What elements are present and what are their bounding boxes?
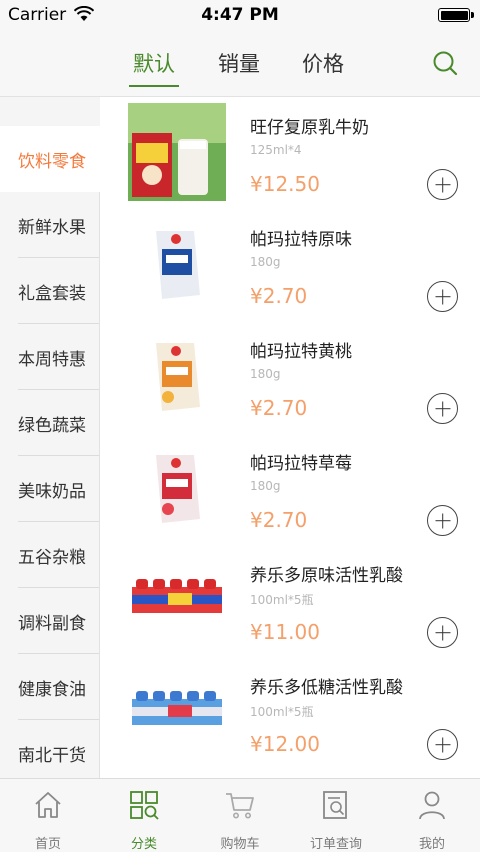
category-item-drinks-snacks[interactable]: 饮料零食	[0, 126, 100, 192]
cart-icon	[226, 793, 254, 819]
tab-label: 首页	[34, 837, 61, 852]
product-card[interactable]: 养乐多原味活性乳酸 100ml*5瓶 ¥11.00	[100, 545, 480, 657]
category-item-dairy[interactable]: 美味奶品	[0, 456, 100, 522]
category-label: 美味奶品	[18, 481, 86, 502]
product-spec: 180g	[250, 367, 281, 381]
product-list: 旺仔复原乳牛奶 125ml*4 ¥12.50 帕玛拉特原味 180g ¥2.70	[100, 97, 480, 778]
category-label: 调料副食	[18, 613, 86, 634]
category-icon	[130, 791, 159, 820]
product-name: 帕玛拉特原味	[250, 230, 352, 250]
category-item-condiments[interactable]: 调料副食	[0, 588, 100, 654]
category-label: 饮料零食	[18, 151, 86, 172]
product-spec: 100ml*5瓶	[250, 705, 314, 719]
product-card[interactable]: 帕玛拉特黄桃 180g ¥2.70	[100, 321, 480, 433]
product-price: ¥2.70	[250, 508, 308, 532]
add-to-cart-button[interactable]	[427, 281, 458, 312]
product-name: 旺仔复原乳牛奶	[250, 118, 369, 138]
tab-cart[interactable]: 购物车	[192, 779, 288, 852]
category-label: 礼盒套装	[18, 283, 86, 304]
home-icon	[35, 792, 61, 818]
sort-tab-sales[interactable]: 销量	[218, 48, 260, 78]
category-item-weekly-deals[interactable]: 本周特惠	[0, 324, 100, 390]
category-label: 五谷杂粮	[18, 547, 86, 568]
product-spec: 125ml*4	[250, 143, 302, 157]
tab-profile[interactable]: 我的	[384, 779, 480, 852]
product-image	[128, 663, 226, 761]
category-label: 绿色蔬菜	[18, 415, 86, 436]
sort-tab-price[interactable]: 价格	[302, 48, 344, 78]
category-label: 南北干货	[18, 745, 86, 766]
add-to-cart-button[interactable]	[427, 169, 458, 200]
tab-label: 购物车	[220, 837, 260, 852]
tab-label: 分类	[130, 837, 157, 852]
category-label: 本周特惠	[18, 349, 86, 370]
product-image	[128, 327, 226, 425]
tab-label: 订单查询	[309, 837, 362, 852]
tab-category[interactable]: 分类	[96, 779, 192, 852]
category-label: 健康食油	[18, 679, 86, 700]
product-image	[128, 551, 226, 649]
add-to-cart-button[interactable]	[427, 393, 458, 424]
category-item-gift-box[interactable]: 礼盒套装	[0, 258, 100, 324]
product-spec: 180g	[250, 255, 281, 269]
product-price: ¥11.00	[250, 620, 320, 644]
add-to-cart-button[interactable]	[427, 505, 458, 536]
battery-icon	[438, 8, 474, 22]
product-card[interactable]: 养乐多低糖活性乳酸 100ml*5瓶 ¥12.00	[100, 657, 480, 769]
product-card[interactable]: 帕玛拉特草莓 180g ¥2.70	[100, 433, 480, 545]
product-image	[128, 215, 226, 313]
user-icon	[419, 791, 445, 820]
product-price: ¥2.70	[250, 396, 308, 420]
category-label: 新鲜水果	[18, 217, 86, 238]
product-card[interactable]: 旺仔复原乳牛奶 125ml*4 ¥12.50	[100, 97, 480, 209]
category-item-vegetables[interactable]: 绿色蔬菜	[0, 390, 100, 456]
tab-order-search[interactable]: 订单查询	[288, 779, 384, 852]
product-spec: 100ml*5瓶	[250, 593, 314, 607]
tab-home[interactable]: 首页	[0, 779, 96, 852]
sort-bar: 默认 销量 价格	[0, 30, 480, 97]
product-image	[128, 103, 226, 201]
category-sidebar: 饮料零食 新鲜水果 礼盒套装 本周特惠 绿色蔬菜 美味奶品 五谷杂粮 调料副食 …	[0, 97, 100, 786]
category-item-cooking-oil[interactable]: 健康食油	[0, 654, 100, 720]
bottom-tab-bar: 首页 分类 购物车 订单查询 我的	[0, 778, 480, 852]
product-name: 帕玛拉特草莓	[250, 454, 352, 474]
add-to-cart-button[interactable]	[427, 617, 458, 648]
add-to-cart-button[interactable]	[427, 729, 458, 760]
search-icon[interactable]	[432, 50, 458, 76]
category-item-dry-goods[interactable]: 南北干货	[0, 720, 100, 786]
product-card[interactable]: 帕玛拉特原味 180g ¥2.70	[100, 209, 480, 321]
tab-label: 我的	[418, 837, 445, 852]
status-bar: Carrier 4:47 PM	[0, 0, 480, 30]
product-name: 养乐多低糖活性乳酸	[250, 678, 403, 698]
product-name: 养乐多原味活性乳酸	[250, 566, 403, 586]
clock: 4:47 PM	[201, 5, 279, 25]
category-item-fresh-fruit[interactable]: 新鲜水果	[0, 192, 100, 258]
category-item-grains[interactable]: 五谷杂粮	[0, 522, 100, 588]
product-price: ¥12.00	[250, 732, 320, 756]
product-spec: 180g	[250, 479, 281, 493]
product-image	[128, 439, 226, 537]
product-price: ¥12.50	[250, 172, 320, 196]
product-name: 帕玛拉特黄桃	[250, 342, 352, 362]
order-search-icon	[323, 791, 347, 819]
product-price: ¥2.70	[250, 284, 308, 308]
sort-tab-default[interactable]: 默认	[129, 48, 179, 87]
